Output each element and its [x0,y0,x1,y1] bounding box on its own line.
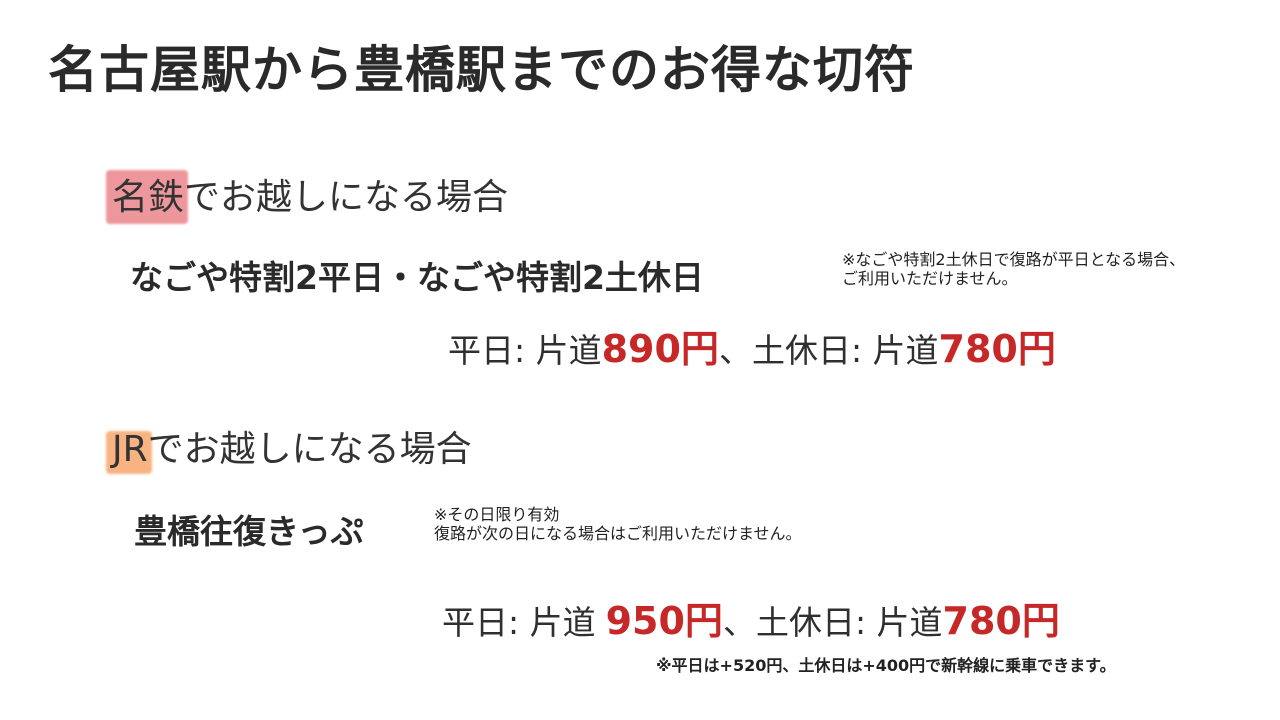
jr-weekday-price: 950円 [605,599,723,643]
jr-footnote: ※平日は+520円、土休日は+400円で新幹線に乗車できます。 [656,656,1116,675]
jr-note-line2: 復路が次の日になる場合はご利用いただけません。 [434,524,802,543]
meitetsu-weekday-price: 890円 [601,327,719,371]
meitetsu-separator: 、 [718,331,752,370]
jr-price-line: 平日: 片道 950円、土休日: 片道780円 [442,590,1060,645]
meitetsu-note-line2: ご利用いただけません。 [842,269,1018,288]
meitetsu-ticket-name: なごや特割2平日・なごや特割2土休日 [130,258,704,297]
meitetsu-note-line1: ※なごや特割2土休日で復路が平日となる場合、 [842,250,1186,269]
jr-separator: 、 [722,603,756,642]
jr-holiday-price: 780円 [942,599,1060,643]
page-title: 名古屋駅から豊橋駅までのお得な切符 [48,41,915,99]
jr-note: ※その日限り有効 復路が次の日になる場合はご利用いただけません。 [434,505,802,543]
meitetsu-company-highlight: 名鉄 [112,168,184,220]
jr-ticket-name: 豊橋往復きっぷ [134,512,364,551]
jr-note-line1: ※その日限り有効 [434,505,560,524]
jr-company-highlight: JR [112,429,148,470]
jr-heading: JRでお越しになる場合 [112,420,472,472]
meitetsu-heading: 名鉄でお越しになる場合 [112,168,508,220]
meitetsu-heading-rest: でお越しになる場合 [184,177,509,218]
meitetsu-holiday-price: 780円 [938,327,1056,371]
jr-holiday-label: 土休日: 片道 [755,603,943,642]
meitetsu-price-line: 平日: 片道890円、土休日: 片道780円 [448,318,1056,373]
meitetsu-note: ※なごや特割2土休日で復路が平日となる場合、 ご利用いただけません。 [842,250,1185,288]
jr-weekday-label: 平日: 片道 [442,603,596,642]
meitetsu-weekday-label: 平日: 片道 [448,331,602,370]
meitetsu-holiday-label: 土休日: 片道 [751,331,939,370]
jr-heading-rest: でお越しになる場合 [147,429,472,470]
